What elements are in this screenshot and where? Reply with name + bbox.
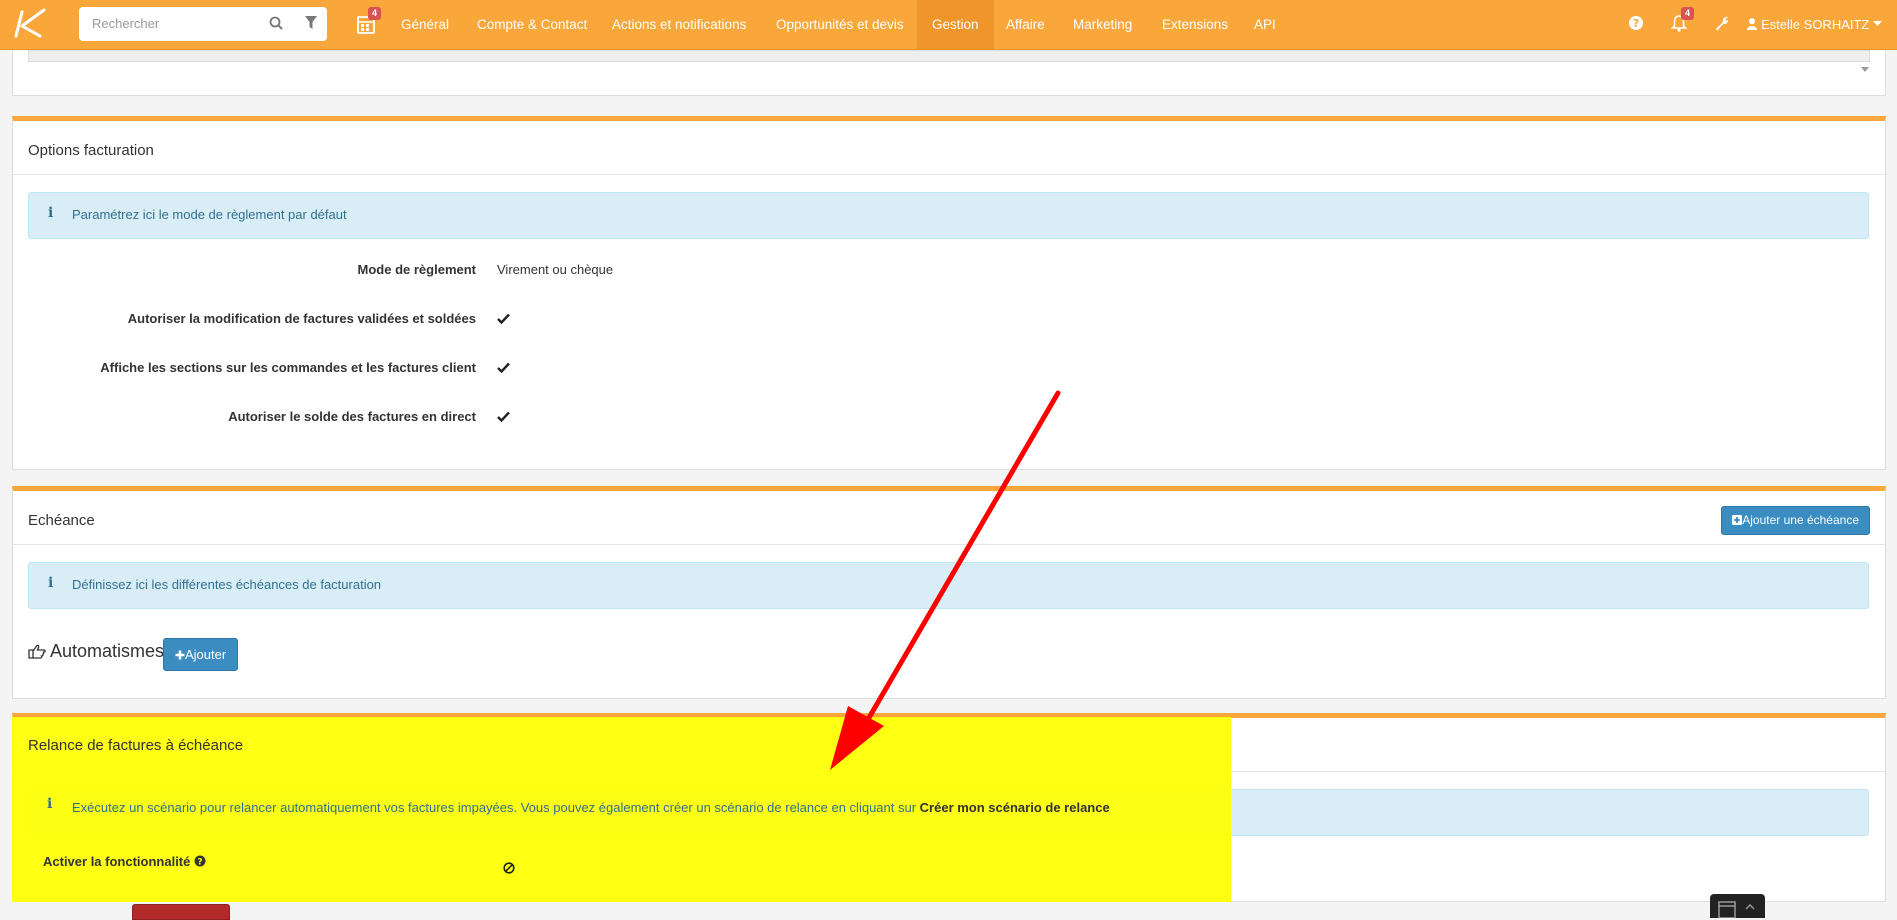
red-arrow-annotation (830, 390, 1061, 770)
